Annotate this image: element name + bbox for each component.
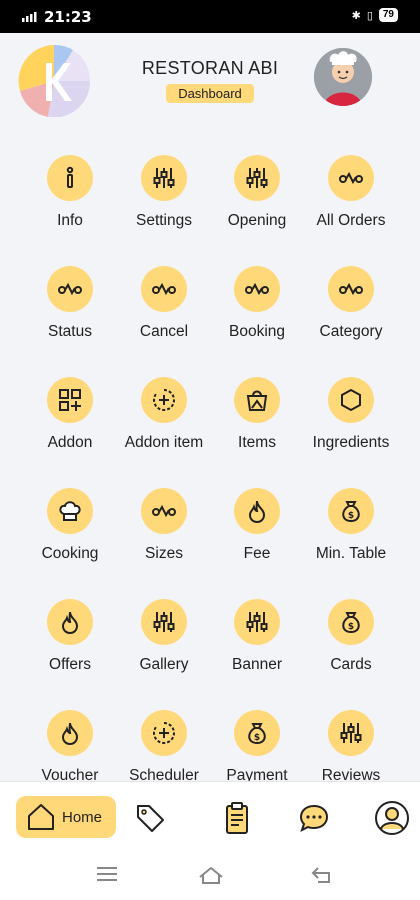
menu-item-label: Booking xyxy=(228,323,285,340)
menu-item-sizes[interactable]: Sizes xyxy=(114,488,214,563)
menu-item-label: Cooking xyxy=(41,545,99,562)
app-header: RESTORAN ABI Dashboard xyxy=(0,33,420,143)
menu-item-items[interactable]: Items xyxy=(207,377,307,452)
menu-item-gallery[interactable]: Gallery xyxy=(114,599,214,674)
menu-item-label: Cancel xyxy=(139,323,189,340)
menu-item-scheduler[interactable]: Scheduler xyxy=(114,710,214,785)
menu-item-label: Addon item xyxy=(124,434,204,451)
menu-item-label: Category xyxy=(319,323,383,340)
svg-text:$: $ xyxy=(348,622,354,632)
menu-item-banner[interactable]: Banner xyxy=(207,599,307,674)
menu-item-settings[interactable]: Settings xyxy=(114,155,214,230)
chef-avatar[interactable] xyxy=(314,48,372,106)
menu-item-label: Fee xyxy=(243,545,271,562)
menu-item-label: All Orders xyxy=(316,212,386,229)
battery-level: 79 xyxy=(378,8,398,22)
nav-tag-button[interactable] xyxy=(130,798,170,838)
menu-item-payment[interactable]: $ Payment xyxy=(207,710,307,785)
circle-plus-icon xyxy=(141,710,187,756)
route-icon xyxy=(141,488,187,534)
money-bag-icon: $ xyxy=(234,710,280,756)
nav-home-label: Home xyxy=(62,808,103,826)
menu-item-label: Min. Table xyxy=(315,545,387,562)
menu-item-label: Items xyxy=(238,434,276,451)
sliders-icon xyxy=(141,599,187,645)
sliders-icon xyxy=(234,599,280,645)
menu-item-category[interactable]: Category xyxy=(301,266,401,341)
menu-item-cards[interactable]: $ Cards xyxy=(301,599,401,674)
signal-icon xyxy=(22,12,37,22)
flame-icon xyxy=(47,710,93,756)
nav-orders-button[interactable] xyxy=(217,798,257,838)
menu-item-opening[interactable]: Opening xyxy=(207,155,307,230)
chat-icon xyxy=(299,804,329,832)
menu-item-label: Cards xyxy=(330,656,372,673)
money-bag-icon: $ xyxy=(328,599,374,645)
menu-item-voucher[interactable]: Voucher xyxy=(20,710,120,785)
menu-item-label: Addon xyxy=(47,434,93,451)
svg-text:$: $ xyxy=(254,733,260,743)
menu-item-min-table[interactable]: $ Min. Table xyxy=(301,488,401,563)
circle-plus-icon xyxy=(141,377,187,423)
menu-item-label: Sizes xyxy=(145,545,183,562)
menu-item-label: Info xyxy=(57,212,83,229)
menu-item-cooking[interactable]: Cooking xyxy=(20,488,120,563)
status-bar: 21:23 ✱ ▯ 79 xyxy=(0,0,420,33)
menu-item-label: Opening xyxy=(227,212,287,229)
user-icon xyxy=(375,801,409,835)
dashboard-badge: Dashboard xyxy=(166,84,254,103)
back-icon[interactable] xyxy=(310,865,332,885)
menu-item-ingredients[interactable]: Ingredients xyxy=(301,377,401,452)
menu-item-status[interactable]: Status xyxy=(20,266,120,341)
status-time: 21:23 xyxy=(44,8,92,26)
info-icon xyxy=(47,155,93,201)
chef-icon xyxy=(314,48,372,106)
home-icon xyxy=(28,804,54,830)
grid-plus-icon xyxy=(47,377,93,423)
menu-item-info[interactable]: Info xyxy=(20,155,120,230)
sliders-icon xyxy=(141,155,187,201)
svg-text:$: $ xyxy=(348,511,354,521)
sliders-icon xyxy=(328,710,374,756)
system-nav-bar xyxy=(0,851,420,900)
home-system-icon[interactable] xyxy=(198,865,224,885)
money-bag-icon: $ xyxy=(328,488,374,534)
clipboard-icon xyxy=(226,802,248,834)
flame-icon xyxy=(47,599,93,645)
menu-item-label: Gallery xyxy=(139,656,189,673)
menu-item-label: Ingredients xyxy=(312,434,390,451)
nav-home-button[interactable]: Home xyxy=(16,796,116,838)
menu-item-all-orders[interactable]: All Orders xyxy=(301,155,401,230)
route-icon xyxy=(328,266,374,312)
route-icon xyxy=(234,266,280,312)
bottom-nav: Home xyxy=(0,781,420,852)
menu-item-label: Banner xyxy=(232,656,282,673)
nav-chat-button[interactable] xyxy=(294,798,334,838)
bluetooth-icon: ✱ xyxy=(351,9,361,22)
shopping-bag-icon xyxy=(234,377,280,423)
menu-item-offers[interactable]: Offers xyxy=(20,599,120,674)
menu-icon[interactable] xyxy=(96,865,118,883)
menu-item-reviews[interactable]: Reviews xyxy=(301,710,401,785)
route-icon xyxy=(141,266,187,312)
menu-item-cancel[interactable]: Cancel xyxy=(114,266,214,341)
tag-icon xyxy=(137,805,164,832)
vibrate-icon: ▯ xyxy=(366,9,373,22)
menu-item-addon-item[interactable]: Addon item xyxy=(114,377,214,452)
menu-item-addon[interactable]: Addon xyxy=(20,377,120,452)
sliders-icon xyxy=(234,155,280,201)
nav-profile-button[interactable] xyxy=(372,798,412,838)
menu-item-label: Status xyxy=(48,323,92,340)
flame-icon xyxy=(234,488,280,534)
route-icon xyxy=(328,155,374,201)
app-logo xyxy=(18,45,90,117)
menu-item-label: Settings xyxy=(135,212,192,229)
route-icon xyxy=(47,266,93,312)
menu-item-label: Offers xyxy=(49,656,91,673)
chef-hat-icon xyxy=(47,488,93,534)
hexagon-icon xyxy=(328,377,374,423)
menu-item-booking[interactable]: Booking xyxy=(207,266,307,341)
menu-item-fee[interactable]: Fee xyxy=(207,488,307,563)
